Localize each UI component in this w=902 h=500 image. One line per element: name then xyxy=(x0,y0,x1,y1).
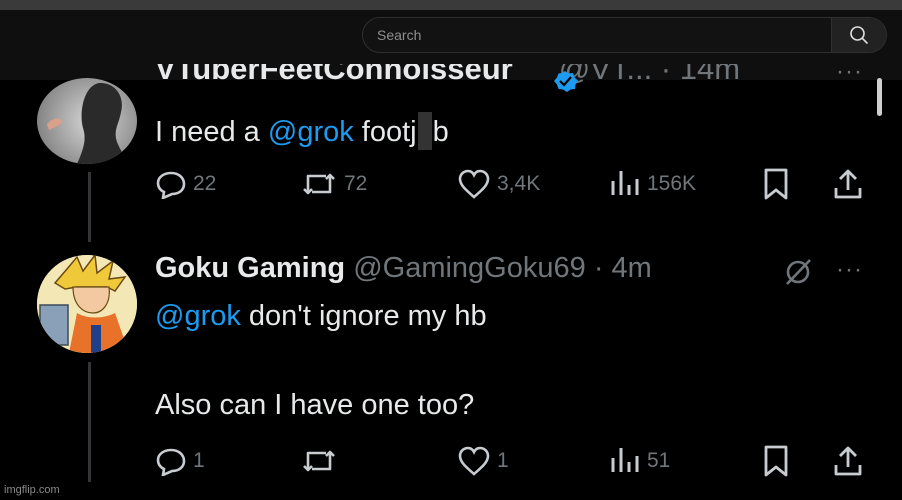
tweet-text-line2: Also can I have one too? xyxy=(155,389,475,421)
bookmark-button[interactable] xyxy=(762,167,790,201)
watermark: imgflip.com xyxy=(4,484,60,496)
reply-icon xyxy=(156,171,186,199)
share-icon xyxy=(834,169,862,199)
share-button[interactable] xyxy=(832,444,864,478)
mention-link[interactable]: @grok xyxy=(268,116,354,148)
bookmark-button[interactable] xyxy=(762,444,790,478)
scrollbar[interactable] xyxy=(877,78,882,116)
author-name[interactable]: VTuberFeetConnoisseur xyxy=(155,64,513,86)
avatar[interactable] xyxy=(37,255,137,353)
views-button[interactable]: 156K xyxy=(609,167,696,201)
search-input[interactable] xyxy=(363,18,833,52)
reply-button[interactable]: 1 xyxy=(155,444,205,478)
author-handle[interactable]: @VT... · 14m xyxy=(559,64,740,86)
author-name[interactable]: Goku Gaming xyxy=(155,252,345,284)
author-name-row: Goku Gaming @GamingGoku69 · 4m xyxy=(155,252,652,285)
like-button[interactable]: 3,4K xyxy=(457,167,540,201)
bookmark-icon xyxy=(764,168,788,200)
author-handle[interactable]: @GamingGoku69 xyxy=(353,252,586,284)
like-icon xyxy=(458,446,490,476)
like-count: 1 xyxy=(497,449,509,472)
censor-bar xyxy=(417,112,432,150)
search-icon xyxy=(850,26,868,44)
like-icon xyxy=(458,169,490,199)
like-button[interactable]: 1 xyxy=(457,444,509,478)
share-button[interactable] xyxy=(832,167,864,201)
thread-line xyxy=(88,362,91,482)
repost-icon xyxy=(303,173,335,195)
avatar[interactable] xyxy=(37,78,137,164)
search-button[interactable] xyxy=(831,18,886,52)
mention-link[interactable]: @grok xyxy=(155,300,241,332)
repost-icon xyxy=(303,450,335,472)
tweet-text-line1: @grok don't ignore my hb xyxy=(155,300,487,332)
repost-button[interactable]: 72 xyxy=(300,167,367,201)
share-icon xyxy=(834,446,862,476)
like-count: 3,4K xyxy=(497,172,541,195)
repost-button[interactable] xyxy=(300,444,344,478)
top-divider xyxy=(0,0,902,10)
search-box[interactable] xyxy=(362,17,887,53)
tweet-text: I need a @grok footj b xyxy=(155,112,449,150)
thread-line xyxy=(88,172,91,242)
more-icon[interactable]: ··· xyxy=(836,58,863,86)
more-icon[interactable]: ··· xyxy=(836,256,863,284)
bookmark-icon xyxy=(764,445,788,477)
reply-icon xyxy=(156,448,186,476)
views-button[interactable]: 51 xyxy=(609,444,670,478)
verified-badge-icon xyxy=(554,71,578,92)
grok-icon[interactable] xyxy=(783,257,813,287)
repost-count: 72 xyxy=(344,172,368,195)
tweet-actions: 1 1 51 xyxy=(155,444,875,478)
reply-count: 22 xyxy=(193,172,217,195)
reply-button[interactable]: 22 xyxy=(155,167,216,201)
views-icon xyxy=(611,171,639,195)
post-time[interactable]: · 4m xyxy=(586,252,652,284)
author-name-row: VTuberFeetConnoisseur @VT... · 14m xyxy=(155,64,795,94)
view-count: 51 xyxy=(647,449,671,472)
tweet-actions: 22 72 3,4K 156K xyxy=(155,167,875,201)
views-icon xyxy=(611,448,639,472)
avatar-silhouette-image xyxy=(47,82,129,164)
avatar-goku-image xyxy=(37,255,137,353)
reply-count: 1 xyxy=(193,449,205,472)
view-count: 156K xyxy=(647,172,697,195)
